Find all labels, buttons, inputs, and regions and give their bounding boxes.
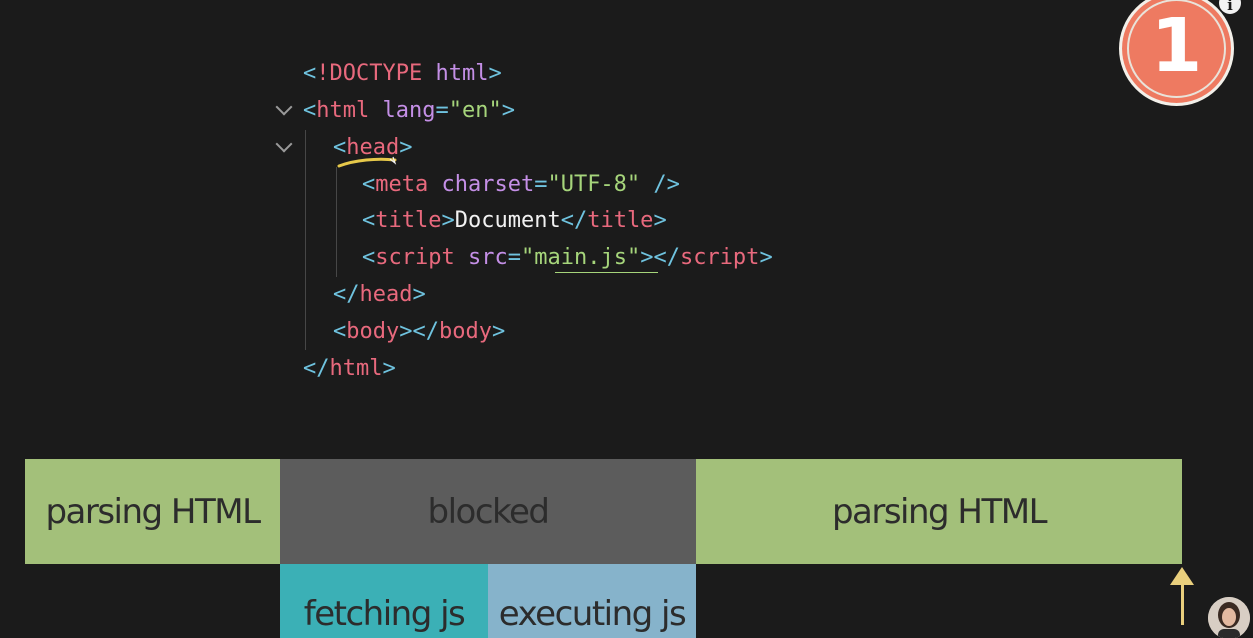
code-token: lang bbox=[382, 98, 436, 123]
code-token: > bbox=[382, 356, 396, 381]
code-line: <html lang="en"> bbox=[303, 92, 515, 129]
arrow-shaft bbox=[1181, 583, 1184, 625]
code-token: ></ bbox=[640, 245, 680, 270]
code-token: meta bbox=[375, 172, 429, 197]
code-token: body bbox=[438, 319, 492, 344]
code-token: = bbox=[507, 245, 521, 270]
code-token: charset bbox=[441, 172, 535, 197]
code-token: > bbox=[501, 98, 515, 123]
indent-guide bbox=[336, 167, 337, 277]
code-token: title bbox=[375, 208, 442, 233]
parsing-html-block: parsing HTML bbox=[25, 459, 280, 564]
parsing-html-block: parsing HTML bbox=[696, 459, 1182, 564]
fetching-js-block: fetching js bbox=[280, 564, 488, 638]
code-line: </head> bbox=[333, 276, 426, 313]
code-line: <script src="main.js"></script> bbox=[362, 239, 773, 276]
code-token: < bbox=[333, 319, 347, 344]
code-token: html bbox=[435, 61, 489, 86]
blocked-label: blocked bbox=[427, 491, 550, 532]
code-token: < bbox=[362, 245, 376, 270]
code-token: </ bbox=[333, 282, 360, 307]
link-underline bbox=[555, 272, 658, 273]
code-token: " bbox=[626, 245, 641, 270]
code-token: > bbox=[488, 61, 502, 86]
code-line: <body></body> bbox=[333, 313, 505, 350]
code-token: > bbox=[653, 208, 667, 233]
fetching-js-label: fetching js bbox=[303, 594, 466, 634]
step-number-badge: 1 bbox=[1119, 0, 1234, 106]
code-token: html bbox=[329, 356, 383, 381]
code-token: </ bbox=[303, 356, 330, 381]
highlight-underline bbox=[337, 156, 397, 168]
code-token: > bbox=[759, 245, 773, 270]
code-token: = bbox=[534, 172, 548, 197]
code-token: src bbox=[467, 245, 508, 270]
chevron-down-icon[interactable] bbox=[275, 135, 293, 153]
code-token: title bbox=[587, 208, 654, 233]
code-token: " bbox=[520, 245, 535, 270]
code-token: !DOCTYPE bbox=[316, 61, 423, 86]
code-line: <!DOCTYPE html> bbox=[303, 55, 502, 92]
parsing-html-label: parsing HTML bbox=[831, 491, 1048, 532]
code-token: /> bbox=[640, 172, 680, 197]
code-line: <title>Document</title> bbox=[362, 202, 667, 239]
chevron-down-icon[interactable] bbox=[275, 98, 293, 116]
code-token: "en" bbox=[448, 98, 502, 123]
code-token: head bbox=[359, 282, 413, 307]
avatar bbox=[1208, 597, 1250, 638]
code-token: < bbox=[362, 208, 376, 233]
code-line: <meta charset="UTF-8" /> bbox=[362, 166, 680, 203]
code-token: > bbox=[491, 319, 506, 344]
code-token: < bbox=[303, 98, 317, 123]
code-token: body bbox=[346, 319, 400, 344]
blocked-block: blocked bbox=[280, 459, 696, 564]
code-token: = bbox=[435, 98, 449, 123]
code-token: < bbox=[303, 61, 317, 86]
code-token: < bbox=[362, 172, 376, 197]
code-token: > bbox=[412, 282, 426, 307]
step-number: 1 bbox=[1150, 3, 1203, 89]
code-token: Document bbox=[454, 208, 561, 233]
executing-js-label: executing js bbox=[498, 594, 687, 634]
code-token: </ bbox=[560, 208, 588, 233]
code-token: main.js bbox=[534, 245, 627, 270]
code-token: "UTF-8" bbox=[547, 172, 641, 197]
code-token: > bbox=[441, 208, 455, 233]
code-line: </html> bbox=[303, 350, 396, 387]
executing-js-block: executing js bbox=[488, 564, 696, 638]
code-token: script bbox=[375, 245, 455, 270]
indent-guide bbox=[305, 130, 306, 350]
code-token: script bbox=[679, 245, 760, 270]
code-token: ></ bbox=[399, 319, 439, 344]
slide: <!DOCTYPE html> <html lang="en"> <head> <me… bbox=[0, 0, 1253, 638]
code-token: html bbox=[316, 98, 370, 123]
parsing-html-label: parsing HTML bbox=[45, 491, 261, 532]
